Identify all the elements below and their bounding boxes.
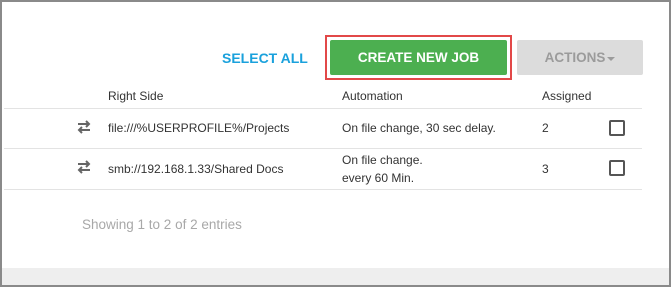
create-job-highlight: CREATE NEW JOB <box>325 35 512 80</box>
assigned-count: 2 <box>542 121 549 135</box>
create-new-job-label: CREATE NEW JOB <box>357 50 480 65</box>
caret-down-icon <box>607 56 616 61</box>
pagination-info: Showing 1 to 2 of 2 entries <box>82 217 242 232</box>
actions-label: ACTIONS <box>544 50 606 65</box>
jobs-panel: SELECT ALL CREATE NEW JOB ACTIONS Right … <box>2 2 669 268</box>
row-checkbox[interactable] <box>609 160 625 176</box>
swap-horizontal-icon <box>77 120 91 134</box>
column-header-assigned[interactable]: Assigned <box>542 89 591 103</box>
automation-text: On file change, 30 sec delay. <box>342 121 496 135</box>
row-checkbox[interactable] <box>609 120 625 136</box>
select-all-link[interactable]: SELECT ALL <box>222 50 308 66</box>
swap-horizontal-icon <box>77 160 91 174</box>
lower-panel-strip <box>2 268 669 285</box>
column-header-automation[interactable]: Automation <box>342 89 403 103</box>
right-side-path: smb://192.168.1.33/Shared Docs <box>108 162 284 176</box>
table-divider <box>4 189 642 190</box>
table-divider <box>4 148 642 149</box>
assigned-count: 3 <box>542 162 549 176</box>
right-side-path: file:///%USERPROFILE%/Projects <box>108 121 290 135</box>
automation-text: On file change. <box>342 153 423 167</box>
create-new-job-button[interactable]: CREATE NEW JOB <box>330 40 507 75</box>
actions-dropdown-button[interactable]: ACTIONS <box>517 40 643 75</box>
automation-text-line2: every 60 Min. <box>342 171 415 185</box>
column-header-right-side[interactable]: Right Side <box>108 89 163 103</box>
table-divider <box>4 108 642 109</box>
